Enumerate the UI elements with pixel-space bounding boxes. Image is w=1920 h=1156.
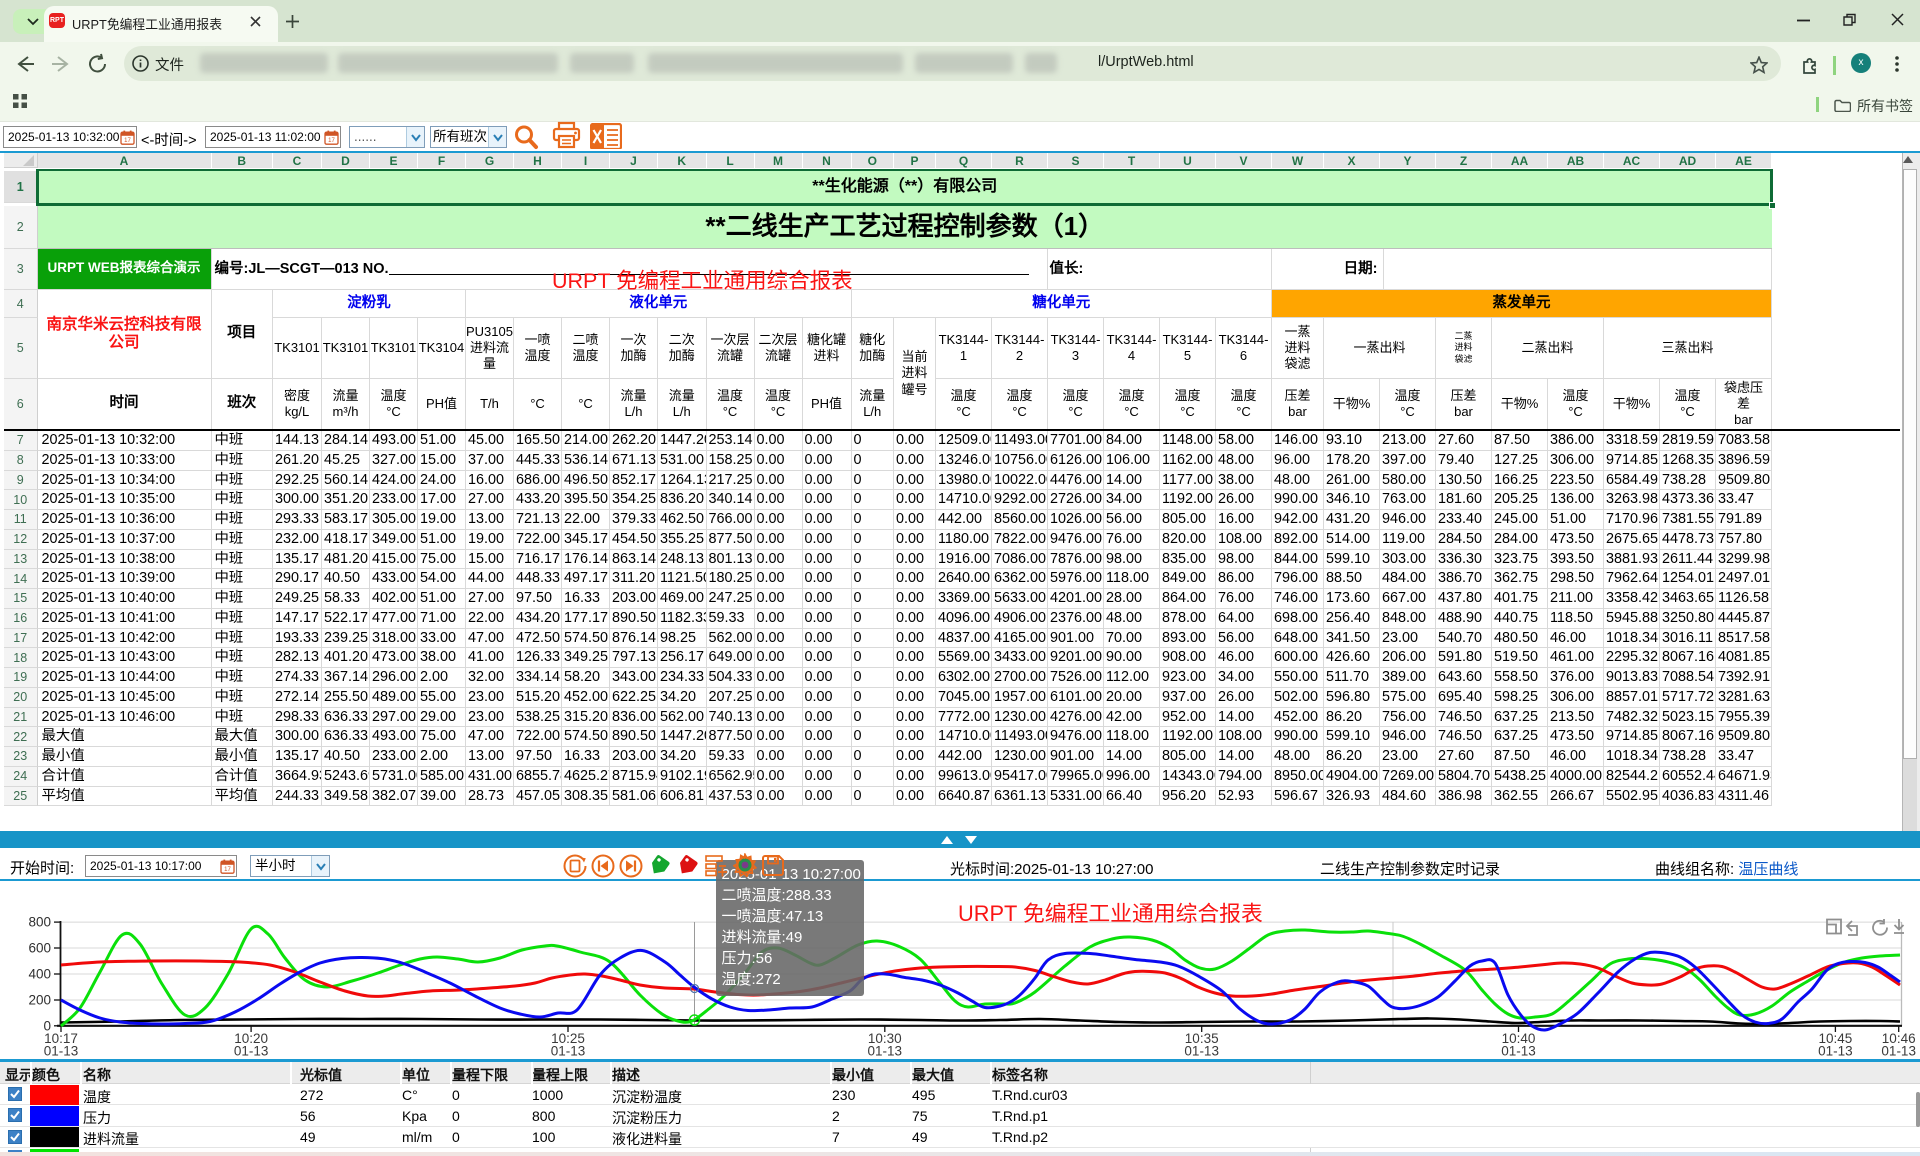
svg-text:17: 17 [224,867,231,873]
svg-text:800: 800 [28,915,51,930]
svg-text:17: 17 [124,138,131,144]
svg-text:200: 200 [28,993,51,1008]
svg-text:01-13: 01-13 [1818,1044,1853,1059]
svg-text:01-13: 01-13 [234,1044,269,1059]
svg-text:01-13: 01-13 [1881,1044,1916,1059]
svg-text:01-13: 01-13 [1184,1044,1219,1059]
svg-text:01-13: 01-13 [551,1044,586,1059]
svg-text:01-13: 01-13 [1501,1044,1536,1059]
svg-text:01-13: 01-13 [44,1044,79,1059]
svg-text:17: 17 [328,138,335,144]
svg-text:400: 400 [28,967,51,982]
svg-text:01-13: 01-13 [868,1044,903,1059]
svg-text:600: 600 [28,941,51,956]
